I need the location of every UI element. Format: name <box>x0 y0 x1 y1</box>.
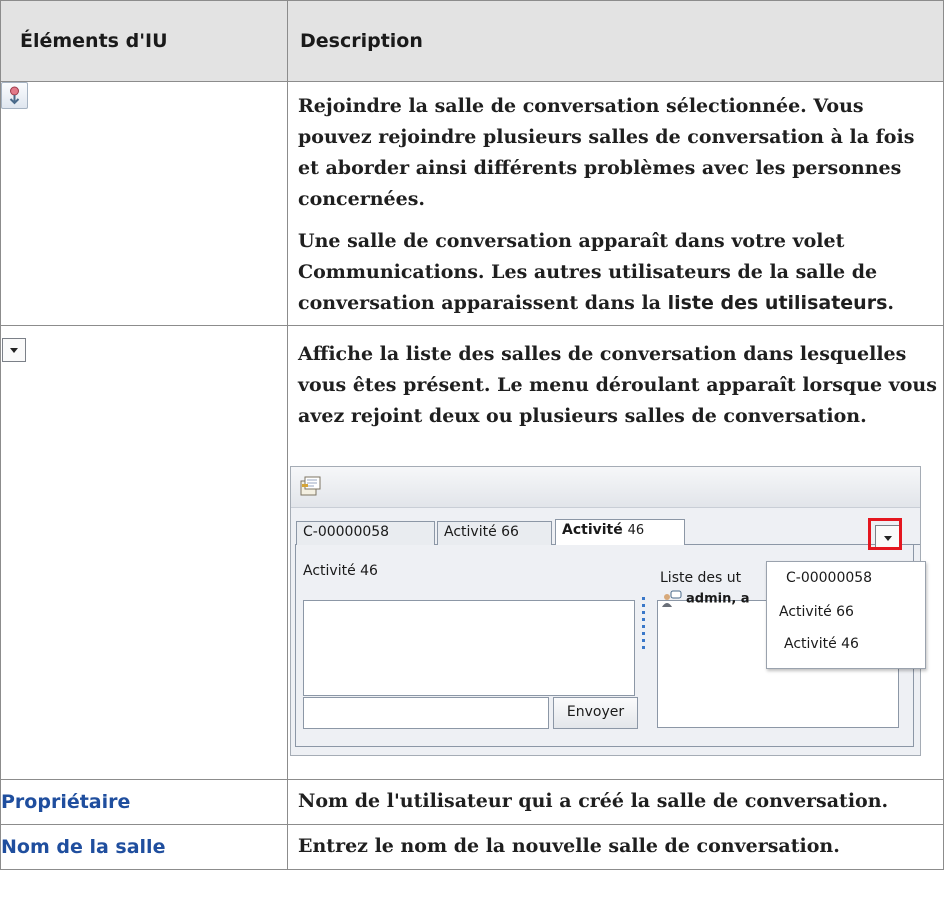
properties-icon <box>300 476 321 496</box>
tab-room[interactable]: Activité 66 <box>437 521 552 545</box>
room-name-label[interactable]: Nom de la salle <box>0 824 288 870</box>
ui-element-cell <box>0 325 288 780</box>
splitter-handle[interactable] <box>642 597 645 653</box>
join-chat-room-icon <box>1 82 28 109</box>
user-chat-icon <box>662 590 682 607</box>
description-text: Une salle de conversation apparaît dans … <box>298 230 894 314</box>
tab-room-active[interactable]: Activité 46 <box>555 519 685 545</box>
description-cell: Entrez le nom de la nouvelle salle de co… <box>287 824 944 870</box>
table-row: Nom de la salle Entrez le nom de la nouv… <box>0 824 944 870</box>
ui-element-cell <box>0 81 288 326</box>
dropdown-highlight-box <box>868 518 902 550</box>
tab-room[interactable]: C-00000058 <box>296 521 435 545</box>
chat-messages-box[interactable] <box>303 600 635 696</box>
description-cell: Affiche la liste des salles de conversat… <box>287 325 944 780</box>
ui-elements-table: Éléments d'IU Description Rejoindre la s… <box>0 0 944 870</box>
send-button[interactable]: Envoyer <box>553 697 638 729</box>
dropdown-item[interactable]: Activité 46 <box>784 636 859 652</box>
chevron-down-icon <box>2 338 26 362</box>
table-row: Rejoindre la salle de conversation sélec… <box>0 81 944 326</box>
table-header-row: Éléments d'IU Description <box>0 0 944 82</box>
header-ui-elements: Éléments d'IU <box>0 0 288 82</box>
description-text: Nom de l'utilisateur qui a créé la salle… <box>298 790 889 812</box>
header-description: Description <box>287 0 944 82</box>
table-row: Affiche la liste des salles de conversat… <box>0 325 944 780</box>
user-list-label: Liste des ut <box>660 570 742 586</box>
description-text: Affiche la liste des salles de conversat… <box>298 343 937 427</box>
user-list-item[interactable]: admin, a <box>660 590 750 608</box>
owner-label[interactable]: Propriétaire <box>0 779 288 825</box>
rooms-dropdown-menu: C-00000058 Activité 66 Activité 46 <box>766 561 926 669</box>
description-cell: Nom de l'utilisateur qui a créé la salle… <box>287 779 944 825</box>
description-cell: Rejoindre la salle de conversation sélec… <box>287 81 944 326</box>
table-row: Propriétaire Nom de l'utilisateur qui a … <box>0 779 944 825</box>
message-input[interactable] <box>303 697 549 729</box>
dropdown-item[interactable]: Activité 66 <box>779 604 854 620</box>
description-text: Rejoindre la salle de conversation sélec… <box>298 95 915 210</box>
screenshot-toolbar <box>291 467 920 508</box>
description-text: Entrez le nom de la nouvelle salle de co… <box>298 835 840 857</box>
user-list-link[interactable]: liste des utilisateurs <box>668 292 888 314</box>
room-title: Activité 46 <box>303 563 378 579</box>
dropdown-item[interactable]: C-00000058 <box>786 570 872 586</box>
chat-panel-screenshot: C-00000058 Activité 66 Activité 46 Activ… <box>290 466 926 756</box>
